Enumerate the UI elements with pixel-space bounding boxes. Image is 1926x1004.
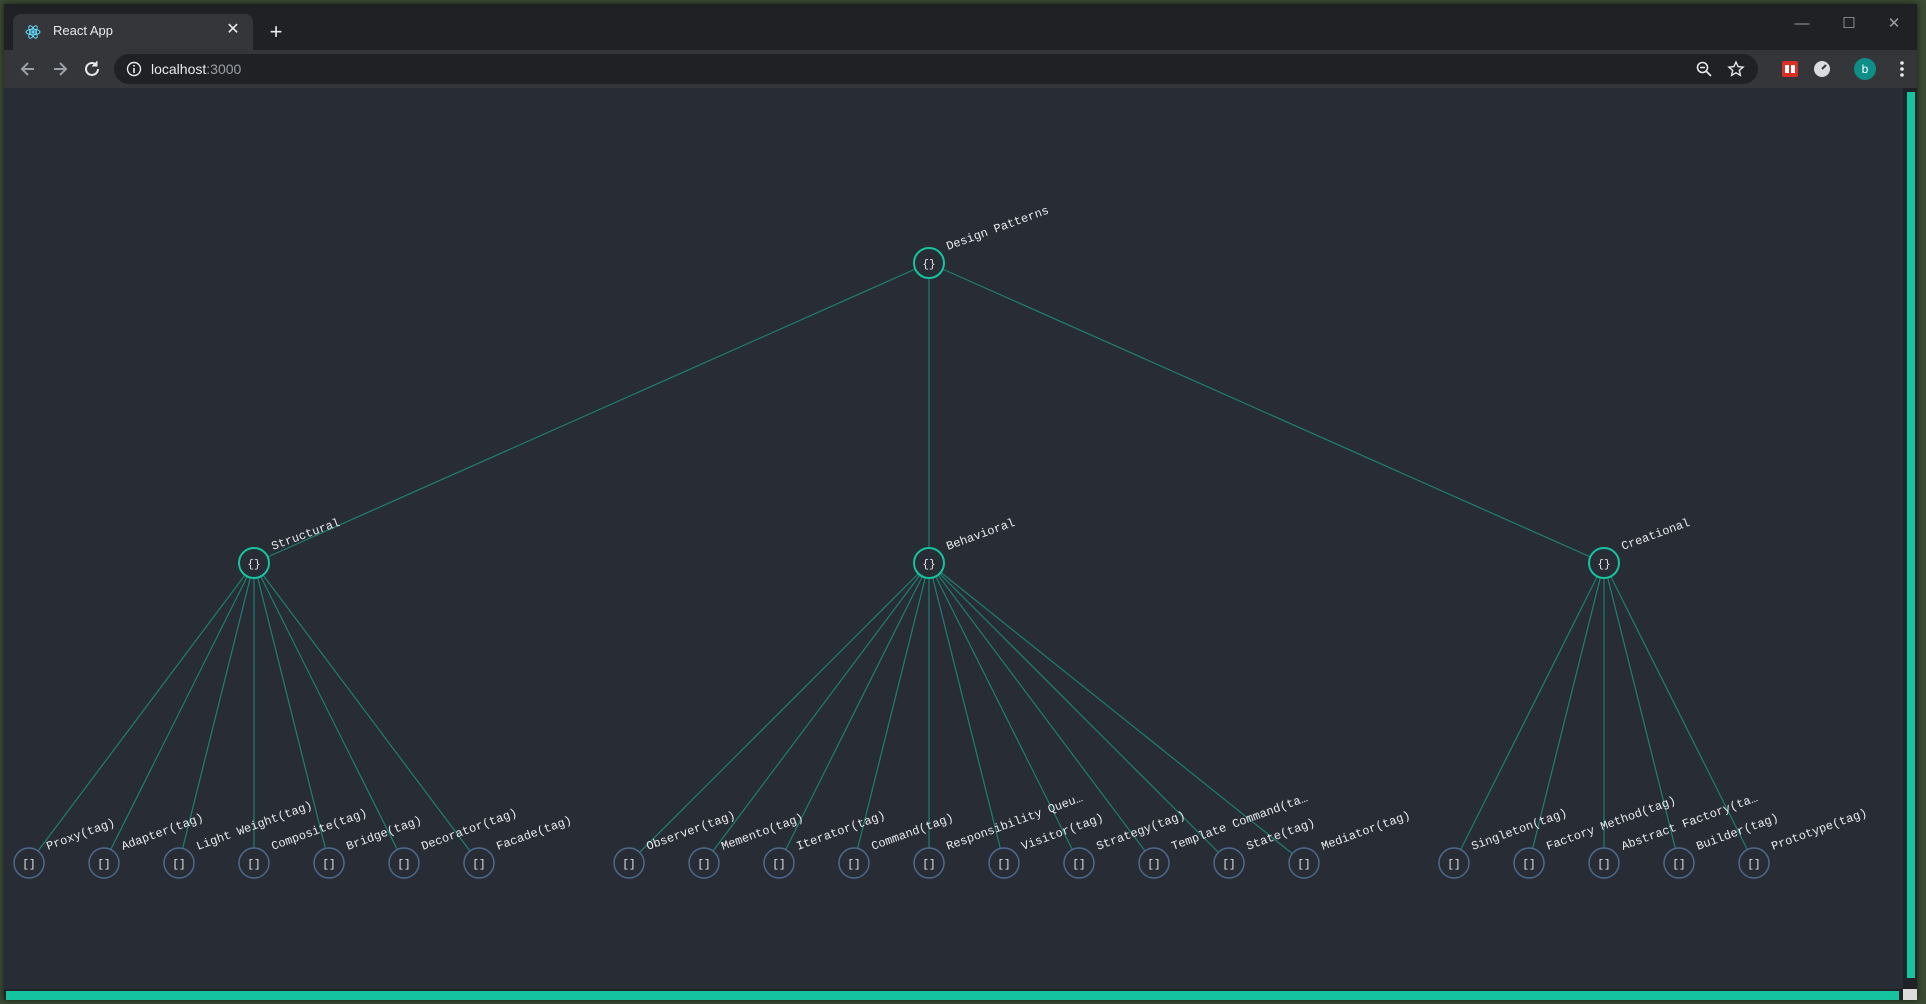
- leaf-node-adapter-tag-glyph: []: [97, 859, 110, 871]
- new-tab-button[interactable]: +: [262, 18, 290, 46]
- leaf-node-facade-tag-glyph: []: [472, 859, 485, 871]
- leaf-node-abstract-factory-ta-glyph: []: [1597, 859, 1610, 871]
- leaf-node-responsibility-queu-glyph: []: [922, 859, 935, 871]
- branch-node-creational[interactable]: {} Creational: [1588, 516, 1692, 579]
- vertical-scroll-thumb[interactable]: [1907, 92, 1915, 978]
- link-behavioral-memento-tag: [703, 562, 930, 864]
- browser-window: React App ✕ + — ☐ ✕ localhost:3000 b [] …: [4, 4, 1917, 1000]
- leaf-node-strategy-tag-glyph: []: [1072, 859, 1085, 871]
- leaf-node-memento-tag-glyph: []: [697, 859, 710, 871]
- tree-diagram: []Proxy(tag)[]Adapter(tag)[]Light Weight…: [13, 204, 1870, 879]
- star-icon[interactable]: [1727, 60, 1745, 78]
- kebab-menu-icon[interactable]: [1892, 56, 1912, 82]
- link-root-creational: [928, 262, 1605, 564]
- close-window-button[interactable]: ✕: [1874, 10, 1914, 38]
- leaf-node-state-tag-glyph: []: [1222, 859, 1235, 871]
- url-port: :3000: [206, 61, 242, 77]
- leaf-node-responsibility-queu-label: Responsibility Queu…: [945, 791, 1085, 853]
- leaf-node-mediator-tag-label: Mediator(tag): [1320, 809, 1413, 854]
- branch-node-structural-label: Structural: [270, 516, 342, 554]
- leaf-node-light-weight-tag-glyph: []: [172, 859, 185, 871]
- leaf-node-abstract-factory-ta-label: Abstract Factory(ta…: [1620, 791, 1760, 853]
- arrow-left-icon[interactable]: [15, 56, 41, 82]
- leaf-node-bridge-tag-glyph: []: [322, 859, 335, 871]
- close-icon[interactable]: ✕: [223, 20, 243, 40]
- scrollbar-corner: [1903, 989, 1917, 1000]
- plus-icon: +: [269, 19, 283, 44]
- arrow-right-icon[interactable]: [47, 56, 73, 82]
- address-bar[interactable]: localhost:3000: [114, 54, 1758, 84]
- minimize-button[interactable]: —: [1782, 10, 1822, 38]
- maximize-button[interactable]: ☐: [1829, 10, 1869, 38]
- leaf-node-factory-method-tag-glyph: []: [1522, 859, 1535, 871]
- leaf-node-template-command-ta-label: Template Command(ta…: [1170, 791, 1310, 853]
- root-node[interactable]: {} Design Patterns: [913, 204, 1051, 279]
- tab-react-app[interactable]: React App ✕: [13, 14, 253, 50]
- vertical-scrollbar[interactable]: [1903, 88, 1917, 1000]
- leaf-node-composite-tag-glyph: []: [247, 859, 260, 871]
- leaf-node-decorator-tag-glyph: []: [397, 859, 410, 871]
- tab-title: React App: [53, 23, 113, 38]
- browser-toolbar: localhost:3000 b: [4, 50, 1917, 89]
- leaf-node-builder-tag-glyph: []: [1672, 859, 1685, 871]
- extension-red-icon[interactable]: [1781, 60, 1799, 78]
- link-structural-proxy-tag: [28, 562, 255, 864]
- leaf-node-command-tag-glyph: []: [847, 859, 860, 871]
- horizontal-scroll-thumb[interactable]: [6, 991, 1899, 1000]
- tab-strip: React App ✕ + — ☐ ✕: [4, 4, 1917, 50]
- leaf-node-singleton-tag-glyph: []: [1447, 859, 1460, 871]
- branch-node-creational-label: Creational: [1620, 516, 1692, 554]
- react-logo-icon: [25, 25, 41, 39]
- link-root-structural: [253, 262, 930, 564]
- branch-node-creational-glyph: {}: [1597, 559, 1610, 571]
- branch-node-behavioral-glyph: {}: [922, 559, 935, 571]
- branch-node-structural[interactable]: {} Structural: [238, 516, 342, 579]
- leaf-node-template-command-ta-glyph: []: [1147, 859, 1160, 871]
- extension-gauge-icon[interactable]: [1813, 60, 1831, 78]
- leaf-node-adapter-tag-label: Adapter(tag): [120, 811, 206, 854]
- branch-node-structural-glyph: {}: [247, 559, 260, 571]
- leaf-node-observer-tag-glyph: []: [622, 859, 635, 871]
- horizontal-scrollbar[interactable]: [4, 989, 1903, 1000]
- leaf-node-iterator-tag-glyph: []: [772, 859, 785, 871]
- tree-links: [28, 262, 1755, 864]
- url-host: localhost: [151, 61, 207, 77]
- zoom-out-icon[interactable]: [1695, 60, 1713, 78]
- leaf-node-visitor-tag-glyph: []: [997, 859, 1010, 871]
- page-content: [] Proxy(tag)[] Adapter(tag)[] Light Weight…: [4, 88, 1903, 989]
- root-node-label: Design Patterns: [945, 204, 1051, 254]
- branch-node-behavioral-label: Behavioral: [945, 516, 1017, 554]
- leaf-node-factory-method-tag-label: Factory Method(tag): [1545, 794, 1678, 854]
- reload-icon[interactable]: [79, 56, 105, 82]
- leaf-node-prototype-tag-glyph: []: [1747, 859, 1760, 871]
- leaf-node-proxy-tag-glyph: []: [22, 859, 35, 871]
- url-text[interactable]: localhost:3000: [151, 61, 241, 77]
- tree-nodes: []Proxy(tag)[]Adapter(tag)[]Light Weight…: [13, 204, 1870, 879]
- leaf-node-prototype-tag-label: Prototype(tag): [1770, 806, 1870, 854]
- info-icon[interactable]: [126, 61, 142, 77]
- root-node-glyph: {}: [922, 259, 935, 271]
- leaf-node-mediator-tag-glyph: []: [1297, 859, 1310, 871]
- avatar[interactable]: b: [1854, 58, 1876, 80]
